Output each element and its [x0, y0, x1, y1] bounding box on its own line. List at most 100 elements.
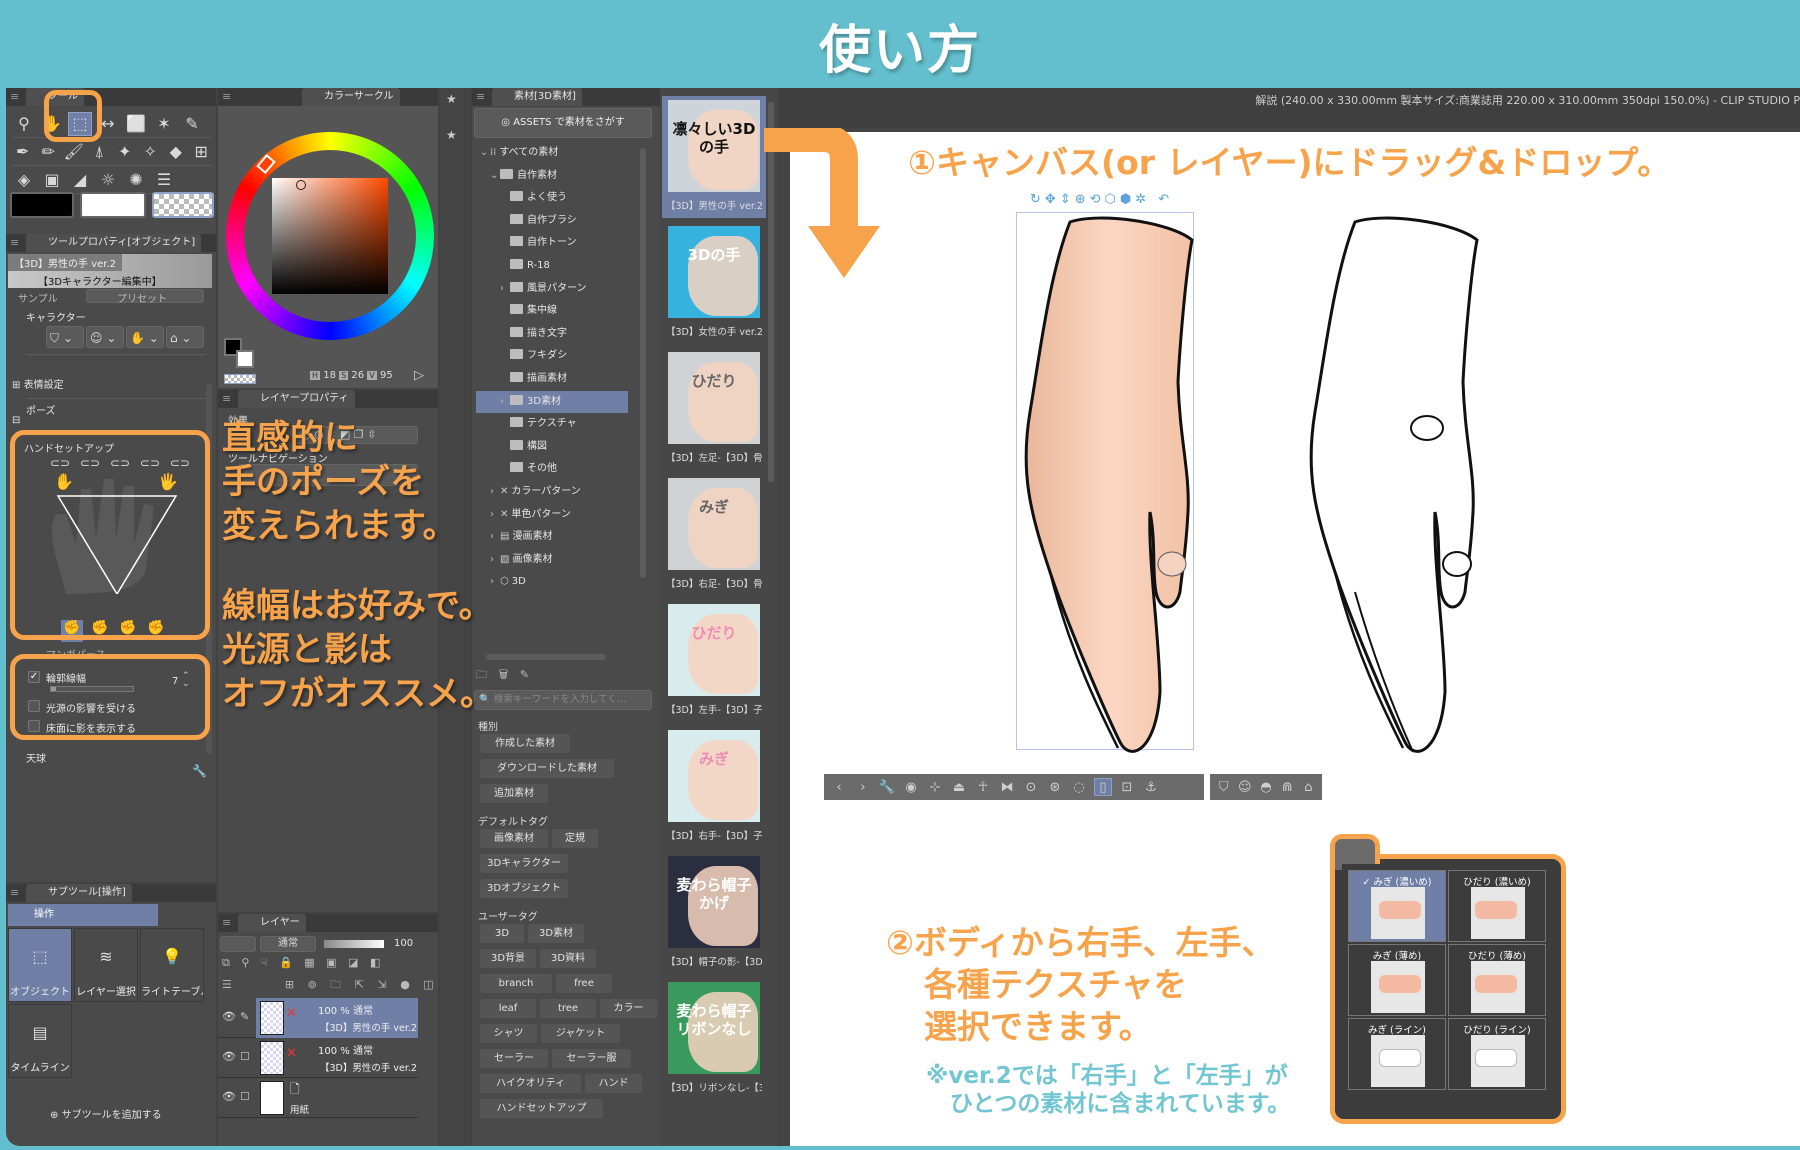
tree-item[interactable]: › ✕ カラーパターン	[476, 481, 628, 503]
next-icon[interactable]: ›	[854, 778, 872, 796]
texture-option[interactable]: みぎ (薄め)	[1348, 944, 1446, 1016]
tag-button[interactable]: branch	[480, 974, 552, 993]
figure-icon[interactable]: ◢	[68, 168, 92, 192]
material-thumbnail[interactable]: みぎ 【3D】右足-【3D】骨ばった	[662, 474, 766, 596]
expression-settings[interactable]: ⊞ 表情設定	[12, 376, 64, 391]
sub-color-swatch[interactable]	[80, 192, 146, 218]
layer-row[interactable]: 👁 ☐ 🗋 用紙	[218, 1078, 418, 1118]
tag-button[interactable]: 3D背景	[480, 949, 536, 968]
tree-item[interactable]: 描き文字	[476, 323, 628, 345]
tag-button[interactable]: ジャケット	[541, 1024, 620, 1043]
pose-icon[interactable]: ☥	[974, 778, 992, 796]
eye-icon[interactable]: 👁	[222, 1090, 236, 1103]
frame-icon[interactable]: ▯	[1094, 778, 1112, 796]
tree-horizontal-scrollbar[interactable]	[486, 654, 606, 660]
rotate-y-icon[interactable]: ⬢	[1120, 192, 1135, 207]
rotate-z-icon[interactable]: ✲	[1135, 192, 1150, 207]
fit-icon[interactable]: ⊹	[926, 778, 944, 796]
camera-dolly-icon[interactable]: ⇕	[1060, 192, 1075, 207]
settings-icon[interactable]: 🔧	[192, 764, 207, 778]
layer-edit-icon[interactable]: ☐	[240, 1090, 250, 1103]
body-icon[interactable]: ⛉	[1216, 778, 1231, 796]
flip-icon[interactable]: ⧓	[998, 778, 1016, 796]
tree-item[interactable]: › ⬡ 3D	[476, 571, 628, 593]
tag-button[interactable]: ダウンロードした素材	[480, 759, 614, 778]
balloon-icon[interactable]: ☰	[152, 168, 176, 192]
tag-button[interactable]: leaf	[480, 999, 536, 1018]
head-select-button[interactable]: ☺ ⌄	[86, 326, 124, 348]
panel-menu-icon[interactable]: ≡	[10, 237, 19, 249]
opacity-slider[interactable]	[324, 940, 384, 948]
tree-item[interactable]: 構図	[476, 436, 628, 458]
tree-item[interactable]: よく使う	[476, 187, 628, 209]
texture-option[interactable]: ✓ みぎ (濃いめ)	[1348, 870, 1446, 942]
main-color-swatch[interactable]	[10, 192, 74, 218]
assets-search-button[interactable]: ◎ ASSETS で素材をさがす	[474, 108, 652, 138]
texture-option[interactable]: みぎ (ライン)	[1348, 1018, 1446, 1090]
panel-menu-icon[interactable]: ≡	[10, 91, 19, 103]
panel-menu-icon[interactable]: ≡	[222, 91, 231, 103]
layer-row[interactable]: 👁 ✎ ✕ 100 % 通常 【3D】男性の手 ver.2	[218, 998, 418, 1038]
color-picker-handle[interactable]	[296, 180, 306, 190]
tree-item[interactable]: 自作ブラシ	[476, 210, 628, 232]
accessory-select-button[interactable]: ⌂ ⌄	[166, 326, 204, 348]
reset-icon[interactable]: ↶	[1158, 192, 1173, 207]
sub-tool-item[interactable]: ≋ レイヤー選択	[74, 928, 138, 1002]
tag-button[interactable]: free	[556, 974, 612, 993]
tree-item[interactable]: › ▨ 画像素材	[476, 549, 628, 571]
tag-button[interactable]: ハンド	[585, 1074, 642, 1093]
sub-tool-item[interactable]: 💡 ライトテーブル	[140, 928, 204, 1002]
panel-menu-icon[interactable]: ≡	[222, 393, 231, 405]
tree-item[interactable]: ⌄ 自作素材	[476, 165, 628, 187]
zoom-icon[interactable]: ⚲	[12, 112, 36, 136]
material-thumbnail[interactable]: 凛々しい3Dの手 【3D】男性の手 ver.2	[662, 96, 766, 218]
layer-edit-icon[interactable]: ✎	[240, 1010, 249, 1023]
tree-item[interactable]: フキダシ	[476, 345, 628, 367]
material-thumbnail[interactable]: 麦わら帽子 リボンなし 【3D】リボンなし-【3D】麦	[662, 978, 766, 1100]
eye-icon[interactable]: 👁	[222, 1050, 236, 1063]
tag-button[interactable]: ハンドセットアップ	[480, 1099, 603, 1118]
ground-icon[interactable]: ⏏	[950, 778, 968, 796]
tree-item[interactable]: 自作トーン	[476, 232, 628, 254]
blend-mode-dropdown[interactable]: 通常	[260, 936, 316, 952]
tag-button[interactable]: 追加素材	[480, 784, 548, 803]
blend-icon[interactable]: ✧	[140, 140, 162, 164]
play-icon[interactable]: ▷	[414, 368, 424, 383]
tag-button[interactable]: セーラー	[480, 1049, 548, 1068]
sub-tool-item[interactable]: ▤ タイムライン	[8, 1004, 72, 1078]
pencil-icon[interactable]: ✏	[38, 140, 60, 164]
hand-texture-icon[interactable]: ⋒	[1280, 778, 1295, 796]
tab-material[interactable]: 素材[3D素材]	[492, 88, 582, 106]
tree-item[interactable]: 集中線	[476, 300, 628, 322]
tab-sub-tool[interactable]: サブツール[操作]	[26, 884, 132, 902]
tab-layer-property[interactable]: レイヤープロパティ	[238, 390, 355, 408]
add-sub-tool-button[interactable]: ⊕ サブツールを追加する	[50, 1106, 162, 1121]
tag-button[interactable]: シャツ	[480, 1024, 537, 1043]
reset-pose-icon[interactable]: ⊙	[1022, 778, 1040, 796]
favorite-folder-icon[interactable]: ★	[446, 128, 457, 142]
pen-icon[interactable]: ✒	[12, 140, 34, 164]
brush-icon[interactable]: 🖌	[63, 140, 85, 164]
tag-button[interactable]: 3D資料	[540, 949, 596, 968]
frame-icon[interactable]: ☼	[96, 168, 120, 192]
prev-icon[interactable]: ‹	[830, 778, 848, 796]
transparent-chip[interactable]	[224, 374, 256, 384]
tree-item[interactable]: › ▤ 漫画素材	[476, 526, 628, 548]
text-icon[interactable]: ✺	[124, 168, 148, 192]
tag-button[interactable]: 3D	[480, 924, 524, 943]
tree-item[interactable]: その他	[476, 458, 628, 480]
panel-menu-icon[interactable]: ≡	[222, 917, 231, 929]
layer-color-dropdown[interactable]	[220, 936, 256, 952]
move-object-icon[interactable]: ⊕	[1075, 192, 1090, 207]
tag-button[interactable]: 3Dキャラクター	[480, 854, 568, 873]
eraser-icon[interactable]: ◆	[165, 140, 187, 164]
ruler-icon[interactable]: ⊞	[191, 140, 213, 164]
transparent-color-swatch[interactable]	[152, 192, 214, 218]
eye-icon[interactable]: 👁	[222, 1010, 236, 1023]
face-icon[interactable]: ☺	[1237, 778, 1252, 796]
sub-tool-item[interactable]: ⬚ オブジェクト	[8, 928, 72, 1002]
collapse-icon[interactable]: ⊟	[12, 415, 20, 426]
panel-menu-icon[interactable]: ≡	[10, 887, 19, 899]
eyedropper-icon[interactable]: ✎	[180, 112, 204, 136]
material-thumbnail[interactable]: 麦わら帽子 かげ 【3D】帽子の影-【3D】麦わ	[662, 852, 766, 974]
